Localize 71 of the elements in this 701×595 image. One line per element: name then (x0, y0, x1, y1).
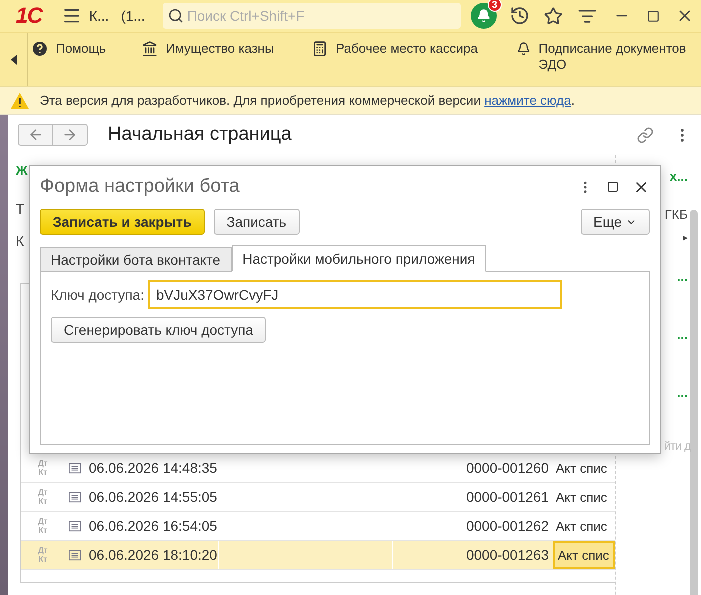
section-label: К (16, 232, 24, 251)
scroll-left-icon[interactable] (10, 54, 16, 64)
table-row[interactable]: Дт Кт 06.06.2026 18:10:20 0000-001263 Акт спис (21, 541, 615, 570)
star-icon[interactable] (544, 6, 563, 26)
document-icon (69, 520, 81, 532)
table-cell-text: 0000-001261 (465, 488, 550, 507)
table-cell-text: 0000-001260 (465, 459, 550, 478)
generate-key-button[interactable]: Сгенерировать ключ доступа (51, 317, 266, 343)
section-label: Т (16, 200, 25, 219)
dialog-title: Форма настройки бота (40, 176, 241, 198)
side-panel-text: ГКБ (664, 206, 688, 224)
nav-panel-link[interactable]: Помощь (28, 33, 138, 57)
save-and-close-button[interactable]: Записать и закрыть (40, 209, 205, 235)
scrollbar-thumb[interactable] (690, 210, 698, 595)
arrow-left-icon (28, 127, 44, 143)
side-panel-text: йти д (664, 438, 691, 455)
table-cell-text: 06.06.2026 16:54:05 (88, 517, 218, 536)
search-field[interactable]: Поиск Ctrl+Shift+F (163, 3, 461, 29)
side-panel-text: х... (670, 168, 688, 186)
entry-mark: Дт Кт (37, 488, 49, 506)
back-button[interactable] (18, 124, 53, 146)
document-icon (69, 550, 81, 560)
entry-mark: Дт Кт (37, 517, 49, 535)
table-cell-text: Акт спис (555, 518, 608, 536)
document-icon (69, 462, 81, 474)
field-label: Ключ доступа: (51, 286, 144, 302)
table-cell-text: Акт спис (555, 460, 608, 478)
window-title: К... (89, 8, 110, 24)
table-cell-text: Акт спис (555, 488, 608, 506)
table-cell-text: 0000-001263 (465, 546, 550, 565)
window-title: (1... (121, 8, 146, 24)
search-icon (168, 8, 184, 24)
app-logo[interactable]: 1С (16, 3, 54, 29)
maximize-icon[interactable] (646, 10, 660, 22)
nav-panel-link[interactable]: Рабочее место кассира (308, 33, 513, 57)
nav-panel-link[interactable]: Имущество казны (138, 33, 308, 57)
document-icon (69, 492, 81, 502)
link-icon[interactable] (637, 126, 654, 144)
history-icon[interactable] (510, 6, 530, 26)
notifications-button[interactable] (470, 3, 497, 29)
arrow-right-icon (62, 127, 78, 143)
bank-icon (142, 41, 158, 57)
save-button[interactable]: Записать (214, 209, 300, 235)
table-cell-text: 0000-001262 (465, 517, 550, 536)
tab[interactable]: Настройки бота вконтакте (40, 247, 232, 272)
warning-icon (10, 92, 30, 110)
section-label: Ж (16, 162, 28, 180)
tab[interactable]: Настройки мобильного приложения (232, 245, 486, 272)
help-icon (32, 41, 48, 57)
table-cell: Акт спис (553, 541, 615, 569)
page-title: Начальная страница (108, 124, 293, 146)
table-cell-text: 06.06.2026 14:55:05 (88, 488, 218, 507)
side-panel-text: ▸ (683, 232, 688, 246)
access-key-field[interactable]: bVJuX37OwrCvyFJ (148, 280, 562, 309)
entry-mark: Дт Кт (37, 459, 49, 477)
forward-button[interactable] (53, 124, 88, 146)
entry-mark: Дт Кт (37, 546, 49, 564)
purchase-link[interactable]: нажмите сюда (484, 93, 572, 108)
notification-count: 3 (488, 0, 502, 12)
side-panel-text: ... (677, 326, 688, 344)
calculator-icon (312, 41, 328, 57)
table-cell: 06.06.2026 18:10:20 (85, 541, 219, 569)
nav-panel-link[interactable]: Подписание документов ЭДО (513, 33, 693, 73)
table-cell-text: 06.06.2026 14:48:35 (88, 459, 218, 478)
bell-icon (517, 41, 531, 57)
more-button[interactable]: Еще (580, 209, 650, 235)
warning-message: Эта версия для разработчиков. Для приобретения коммерческой версии нажмите сюда. (40, 93, 575, 108)
side-panel-text: ... (677, 268, 688, 286)
maximize-icon[interactable] (607, 181, 619, 193)
bell-icon (476, 9, 491, 23)
side-panel-text: ... (677, 384, 688, 402)
